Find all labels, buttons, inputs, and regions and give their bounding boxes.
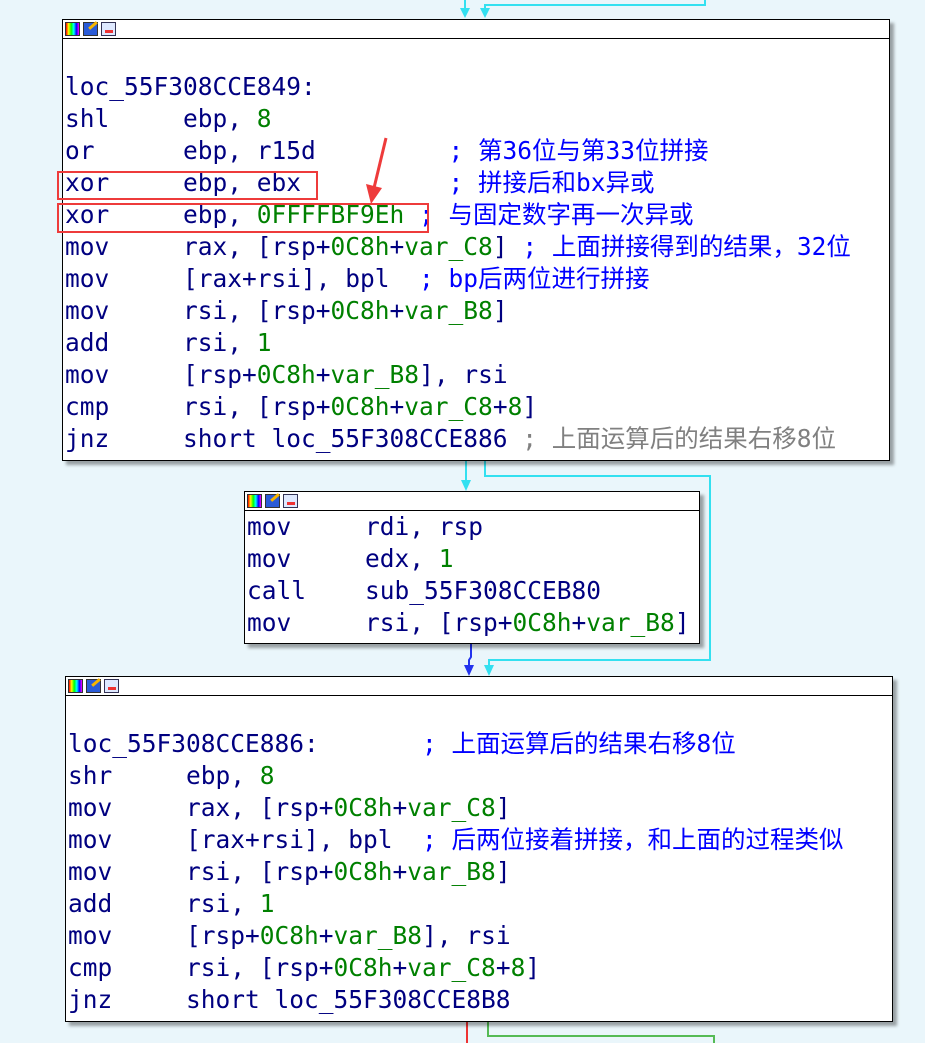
annotation-arrow-icon [366, 137, 388, 204]
